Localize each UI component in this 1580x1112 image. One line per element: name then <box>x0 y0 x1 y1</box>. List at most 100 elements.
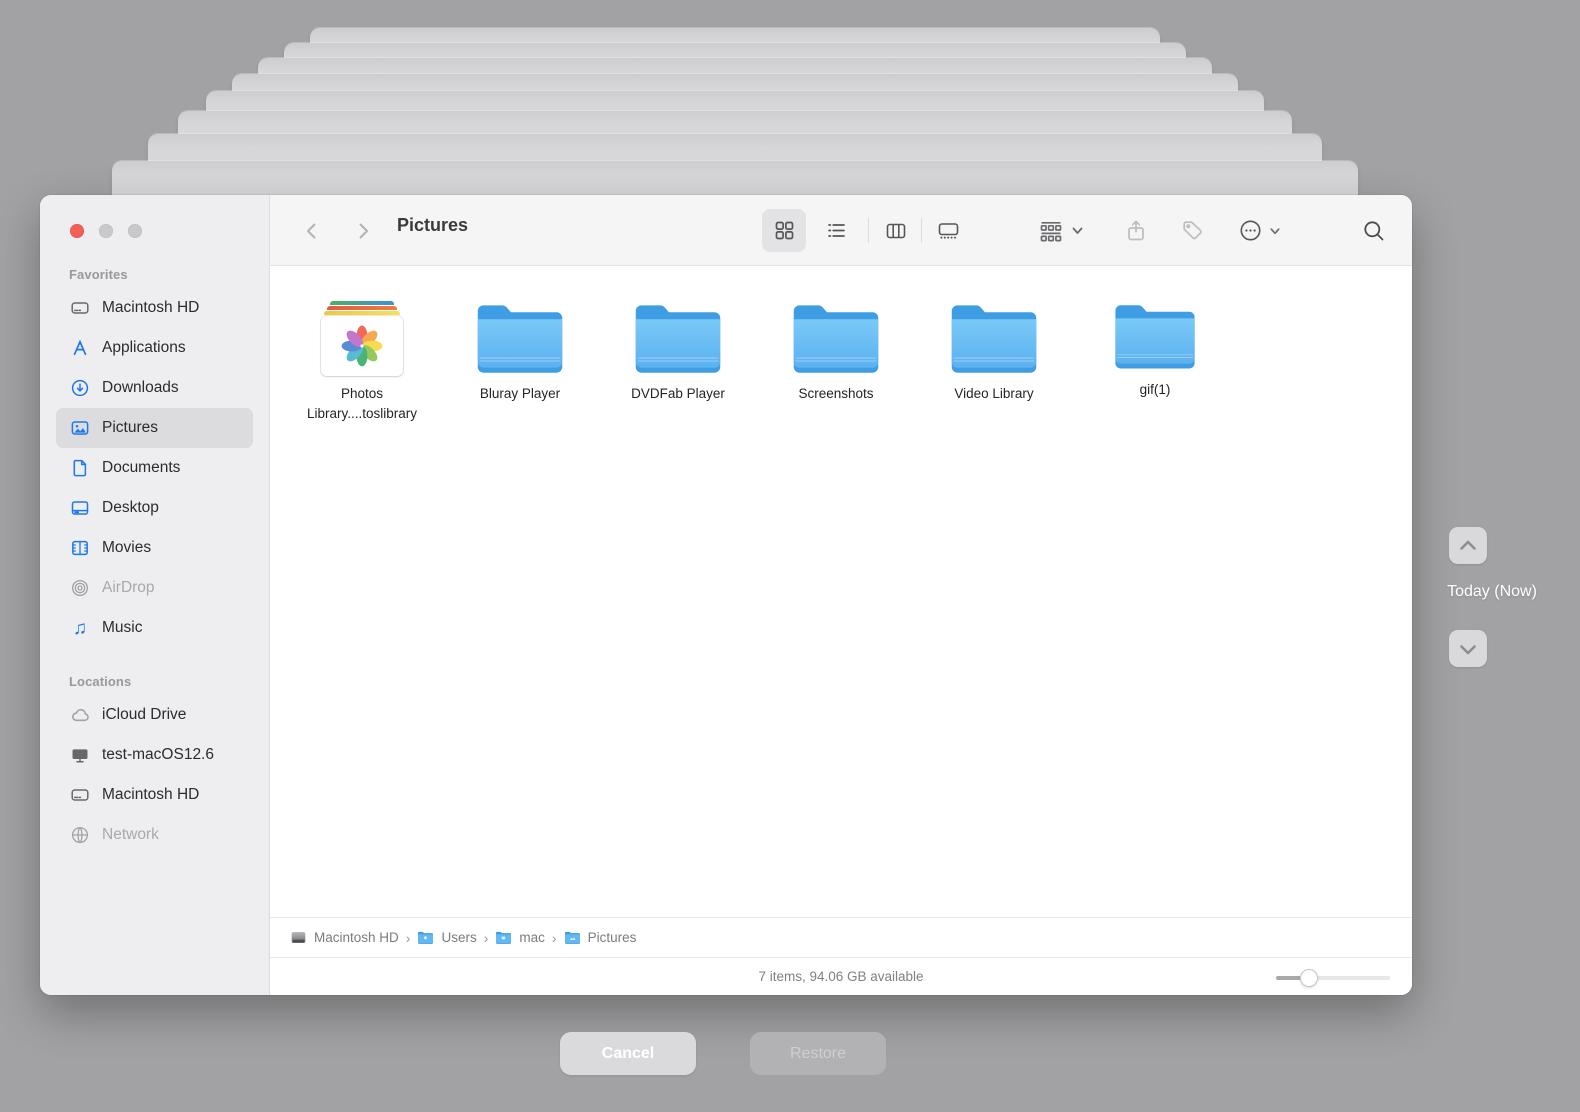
forward-button[interactable] <box>341 209 385 252</box>
file-gif-1[interactable]: gif(1) <box>1076 290 1234 400</box>
sidebar-item-documents[interactable]: Documents <box>56 448 253 488</box>
restore-button[interactable]: Restore <box>750 1032 886 1075</box>
more-button[interactable] <box>1228 209 1290 252</box>
sidebar-item-label: Movies <box>102 539 152 556</box>
gallery-view-button[interactable] <box>926 209 970 252</box>
main-pane: Pictures Photos Library....toslibrary Bl… <box>270 195 1412 995</box>
locations-header: Locations <box>69 674 132 689</box>
sidebar-item-label: Downloads <box>102 379 179 396</box>
sidebar-item-label: Macintosh HD <box>102 786 200 803</box>
breadcrumb-label: Macintosh HD <box>314 930 399 945</box>
document-icon <box>69 457 91 479</box>
downloads-icon <box>69 377 91 399</box>
sidebar-item-pictures[interactable]: Pictures <box>56 408 253 448</box>
sidebar-item-movies[interactable]: Movies <box>56 528 253 568</box>
item-count-text: 7 items, 94.06 GB available <box>758 969 924 984</box>
zoom-button[interactable] <box>128 224 142 238</box>
display-icon <box>69 744 91 766</box>
file-dvdfab-player[interactable]: DVDFab Player <box>599 290 757 404</box>
sidebar-item-airdrop[interactable]: AirDrop <box>56 568 253 608</box>
window-title: Pictures <box>397 215 469 235</box>
file-screenshots[interactable]: Screenshots <box>757 290 915 404</box>
folder-icon <box>496 931 512 944</box>
file-photos-library[interactable]: Photos Library....toslibrary <box>283 290 441 423</box>
sidebar-item-label: Music <box>102 619 143 636</box>
minimize-button[interactable] <box>99 224 113 238</box>
breadcrumb-separator: › <box>551 929 557 946</box>
sidebar: Favorites Macintosh HD Applications Down… <box>40 195 270 995</box>
globe-icon <box>69 824 91 846</box>
tag-icon[interactable] <box>1172 209 1212 252</box>
back-button[interactable] <box>290 209 334 252</box>
breadcrumb-mac[interactable]: mac <box>495 930 545 945</box>
favorites-header: Favorites <box>69 267 128 282</box>
toolbar: Pictures <box>270 195 1412 266</box>
cloud-icon <box>69 704 91 726</box>
slider-knob[interactable] <box>1300 969 1318 987</box>
timeline-forward-button[interactable] <box>1449 630 1487 667</box>
sidebar-item-music[interactable]: ♫ Music <box>56 608 253 648</box>
close-button[interactable] <box>70 224 84 238</box>
sidebar-item-label: AirDrop <box>102 579 155 596</box>
group-button[interactable] <box>1032 209 1090 252</box>
sidebar-item-applications[interactable]: Applications <box>56 328 253 368</box>
list-view-button[interactable] <box>814 209 858 252</box>
hard-drive-icon <box>69 784 91 806</box>
folder-icon <box>630 298 726 376</box>
finder-window: Favorites Macintosh HD Applications Down… <box>40 195 1412 995</box>
applications-icon <box>69 337 91 359</box>
breadcrumb-label: Users <box>441 930 477 945</box>
sidebar-item-label: Network <box>102 826 159 843</box>
icon-size-slider[interactable] <box>1276 969 1390 987</box>
folder-icon <box>564 931 580 944</box>
sidebar-item-downloads[interactable]: Downloads <box>56 368 253 408</box>
folder-icon <box>472 298 568 376</box>
file-bluray-player[interactable]: Bluray Player <box>441 290 599 404</box>
photos-library-icon <box>321 301 403 376</box>
breadcrumb-label: mac <box>519 930 545 945</box>
sidebar-item-test-macos12-6[interactable]: test-macOS12.6 <box>56 735 253 775</box>
movies-icon <box>69 537 91 559</box>
search-button[interactable] <box>1352 209 1396 252</box>
file-grid: Photos Library....toslibrary Bluray Play… <box>270 266 1412 917</box>
breadcrumb-separator: › <box>483 929 489 946</box>
column-view-button[interactable] <box>874 209 918 252</box>
timeline-label: Today (Now) <box>1447 583 1537 600</box>
breadcrumb-macintosh-hd[interactable]: Macintosh HD <box>290 929 399 946</box>
window-controls <box>40 195 269 267</box>
share-button[interactable] <box>1116 209 1156 252</box>
folder-icon <box>1110 298 1200 372</box>
file-label: Photos Library....toslibrary <box>306 386 418 421</box>
sidebar-item-label: Documents <box>102 459 181 476</box>
icon-view-button[interactable] <box>762 209 806 252</box>
photos-pinwheel-icon <box>341 325 383 367</box>
breadcrumb-separator: › <box>405 929 411 946</box>
chevron-down-icon <box>1072 227 1083 234</box>
sidebar-item-label: Pictures <box>102 419 158 436</box>
sidebar-item-macintosh-hd[interactable]: Macintosh HD <box>56 288 253 328</box>
path-bar: Macintosh HD › Users › mac › Pictures <box>270 917 1412 957</box>
drive-icon <box>291 931 306 944</box>
airdrop-icon <box>69 577 91 599</box>
sidebar-item-label: Desktop <box>102 499 159 516</box>
sidebar-item-icloud-drive[interactable]: iCloud Drive <box>56 695 253 735</box>
breadcrumb-pictures[interactable]: Pictures <box>564 930 636 945</box>
cancel-button[interactable]: Cancel <box>560 1032 696 1075</box>
sidebar-item-label: Applications <box>102 339 186 356</box>
sidebar-item-network[interactable]: Network <box>56 815 253 855</box>
file-label: DVDFab Player <box>631 386 725 401</box>
file-label: Screenshots <box>798 386 874 401</box>
music-icon: ♫ <box>72 617 88 639</box>
toolbar-divider <box>921 218 922 243</box>
folder-icon <box>788 298 884 376</box>
chevron-up-icon <box>1460 540 1476 550</box>
folder-icon <box>418 931 434 944</box>
breadcrumb-users[interactable]: Users <box>417 930 477 945</box>
sidebar-item-label: Macintosh HD <box>102 299 200 316</box>
sidebar-item-macintosh-hd-location[interactable]: Macintosh HD <box>56 775 253 815</box>
sidebar-item-desktop[interactable]: Desktop <box>56 488 253 528</box>
timeline-back-button[interactable] <box>1449 527 1487 564</box>
file-label: Bluray Player <box>479 386 561 401</box>
hard-drive-icon <box>69 297 91 319</box>
file-video-library[interactable]: Video Library <box>915 290 1073 404</box>
